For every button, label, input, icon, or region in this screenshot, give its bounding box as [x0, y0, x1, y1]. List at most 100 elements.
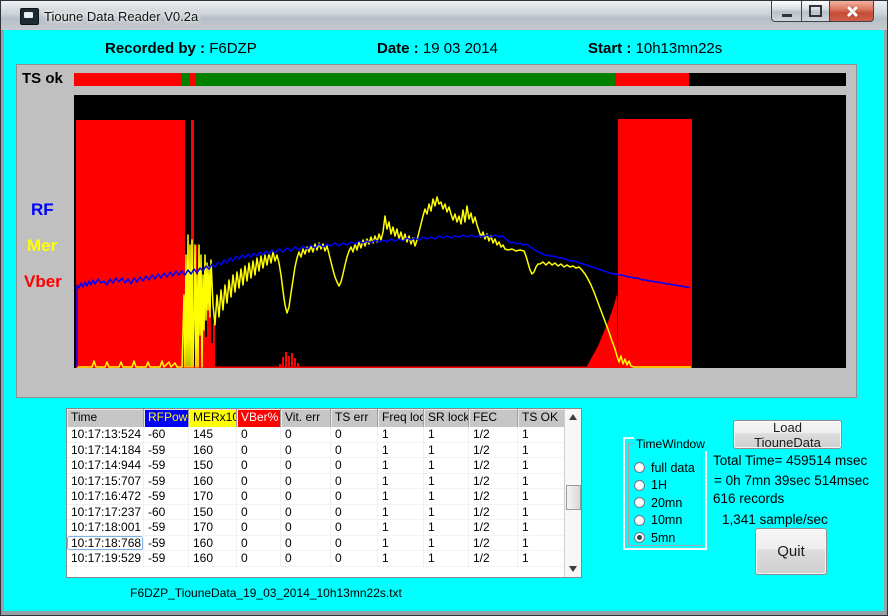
column-header[interactable]: MERx10 — [189, 409, 237, 427]
column-header[interactable]: TS OK — [518, 409, 565, 427]
table-cell[interactable]: 10:17:16:472 — [67, 489, 144, 505]
table-cell[interactable]: 0 — [331, 489, 378, 505]
table-cell[interactable]: 1 — [424, 520, 469, 536]
table-cell[interactable]: 1 — [424, 443, 469, 459]
table-cell[interactable]: 145 — [189, 427, 237, 443]
table-row[interactable]: 10:17:13:524-60145000111/21 — [67, 427, 581, 443]
table-cell[interactable]: 0 — [281, 520, 331, 536]
table-cell[interactable]: 0 — [331, 536, 378, 552]
table-row[interactable]: 10:17:15:707-59160000111/21 — [67, 474, 581, 490]
table-row[interactable]: 10:17:19:529-59160000111/21 — [67, 551, 581, 567]
table-cell[interactable]: -59 — [144, 489, 189, 505]
table-cell[interactable]: -59 — [144, 520, 189, 536]
table-cell[interactable]: 1 — [518, 458, 565, 474]
table-row[interactable]: 10:17:14:184-59160000111/21 — [67, 443, 581, 459]
table-cell[interactable]: 1 — [518, 474, 565, 490]
table-cell[interactable]: 1/2 — [469, 489, 518, 505]
column-header[interactable]: Time — [67, 409, 144, 427]
table-cell[interactable]: 10:17:14:944 — [67, 458, 144, 474]
table-cell[interactable]: 1 — [378, 505, 424, 521]
table-cell[interactable]: 0 — [331, 520, 378, 536]
table-cell[interactable]: 0 — [331, 505, 378, 521]
table-cell[interactable]: 0 — [281, 427, 331, 443]
table-cell[interactable]: 1 — [378, 536, 424, 552]
table-cell[interactable]: 0 — [237, 551, 281, 567]
table-cell[interactable]: 0 — [237, 536, 281, 552]
table-cell[interactable]: 0 — [281, 474, 331, 490]
scroll-down-button[interactable] — [565, 561, 581, 577]
table-cell[interactable]: 1 — [424, 458, 469, 474]
table-cell[interactable]: 0 — [331, 427, 378, 443]
table-cell[interactable]: 10:17:19:529 — [67, 551, 144, 567]
radio-icon[interactable] — [634, 515, 645, 526]
column-header[interactable]: VBer% — [237, 409, 281, 427]
radio-option-1H[interactable]: 1H — [634, 477, 704, 495]
radio-icon[interactable] — [634, 480, 645, 491]
table-cell[interactable]: -59 — [144, 443, 189, 459]
table-cell[interactable]: 0 — [237, 520, 281, 536]
table-cell[interactable]: 10:17:18:001 — [67, 520, 144, 536]
radio-icon[interactable] — [634, 532, 645, 543]
table-cell[interactable]: 0 — [331, 443, 378, 459]
table-cell[interactable]: 0 — [331, 474, 378, 490]
table-cell[interactable]: 1 — [424, 505, 469, 521]
table-cell[interactable]: 1 — [378, 427, 424, 443]
table-cell[interactable]: 1/2 — [469, 520, 518, 536]
scrollbar-thumb[interactable] — [566, 485, 581, 510]
load-tiounedata-button[interactable]: Load TiouneData — [733, 420, 842, 449]
table-cell[interactable]: 10:17:18:768 — [67, 536, 144, 552]
table-scrollbar[interactable] — [564, 409, 581, 577]
table-cell[interactable]: 0 — [281, 458, 331, 474]
table-cell[interactable]: -59 — [144, 458, 189, 474]
table-cell[interactable]: 0 — [237, 474, 281, 490]
column-header[interactable]: Freq lock — [378, 409, 424, 427]
table-cell[interactable]: 1/2 — [469, 458, 518, 474]
table-cell[interactable]: 1 — [424, 489, 469, 505]
table-cell[interactable]: 0 — [281, 443, 331, 459]
table-cell[interactable]: 1 — [424, 536, 469, 552]
column-header[interactable]: Vit. err — [281, 409, 331, 427]
table-cell[interactable]: 170 — [189, 489, 237, 505]
table-cell[interactable]: 1 — [518, 536, 565, 552]
table-cell[interactable]: 0 — [281, 489, 331, 505]
table-cell[interactable]: 10:17:13:524 — [67, 427, 144, 443]
quit-button[interactable]: Quit — [755, 528, 827, 575]
table-cell[interactable]: 0 — [237, 489, 281, 505]
table-cell[interactable]: -59 — [144, 474, 189, 490]
table-cell[interactable]: 1/2 — [469, 536, 518, 552]
table-cell[interactable]: 1 — [378, 474, 424, 490]
table-cell[interactable]: 150 — [189, 458, 237, 474]
table-cell[interactable]: 170 — [189, 520, 237, 536]
radio-icon[interactable] — [634, 497, 645, 508]
table-cell[interactable]: 1/2 — [469, 551, 518, 567]
table-cell[interactable]: 0 — [281, 536, 331, 552]
table-cell[interactable]: -60 — [144, 427, 189, 443]
radio-option-full-data[interactable]: full data — [634, 459, 704, 477]
table-cell[interactable]: 160 — [189, 536, 237, 552]
table-cell[interactable]: -59 — [144, 536, 189, 552]
table-cell[interactable]: 1 — [378, 458, 424, 474]
table-cell[interactable]: 0 — [237, 458, 281, 474]
table-cell[interactable]: 1 — [424, 551, 469, 567]
column-header[interactable]: FEC — [469, 409, 518, 427]
table-cell[interactable]: 1 — [518, 427, 565, 443]
table-cell[interactable]: 1/2 — [469, 427, 518, 443]
table-cell[interactable]: 1/2 — [469, 443, 518, 459]
table-cell[interactable]: 1/2 — [469, 505, 518, 521]
column-header[interactable]: RFPower — [144, 409, 189, 427]
table-cell[interactable]: 1 — [378, 551, 424, 567]
column-header[interactable]: SR lock — [424, 409, 469, 427]
column-header[interactable]: TS err — [331, 409, 378, 427]
radio-option-5mn[interactable]: 5mn — [634, 529, 704, 547]
radio-option-20mn[interactable]: 20mn — [634, 494, 704, 512]
table-cell[interactable]: 1 — [424, 427, 469, 443]
table-cell[interactable]: -59 — [144, 551, 189, 567]
table-cell[interactable]: 1 — [378, 489, 424, 505]
table-cell[interactable]: 0 — [281, 505, 331, 521]
table-cell[interactable]: 10:17:17:237 — [67, 505, 144, 521]
table-cell[interactable]: 160 — [189, 443, 237, 459]
table-cell[interactable]: 0 — [237, 443, 281, 459]
table-cell[interactable]: 0 — [331, 551, 378, 567]
scroll-up-button[interactable] — [565, 409, 581, 425]
table-row[interactable]: 10:17:14:944-59150000111/21 — [67, 458, 581, 474]
